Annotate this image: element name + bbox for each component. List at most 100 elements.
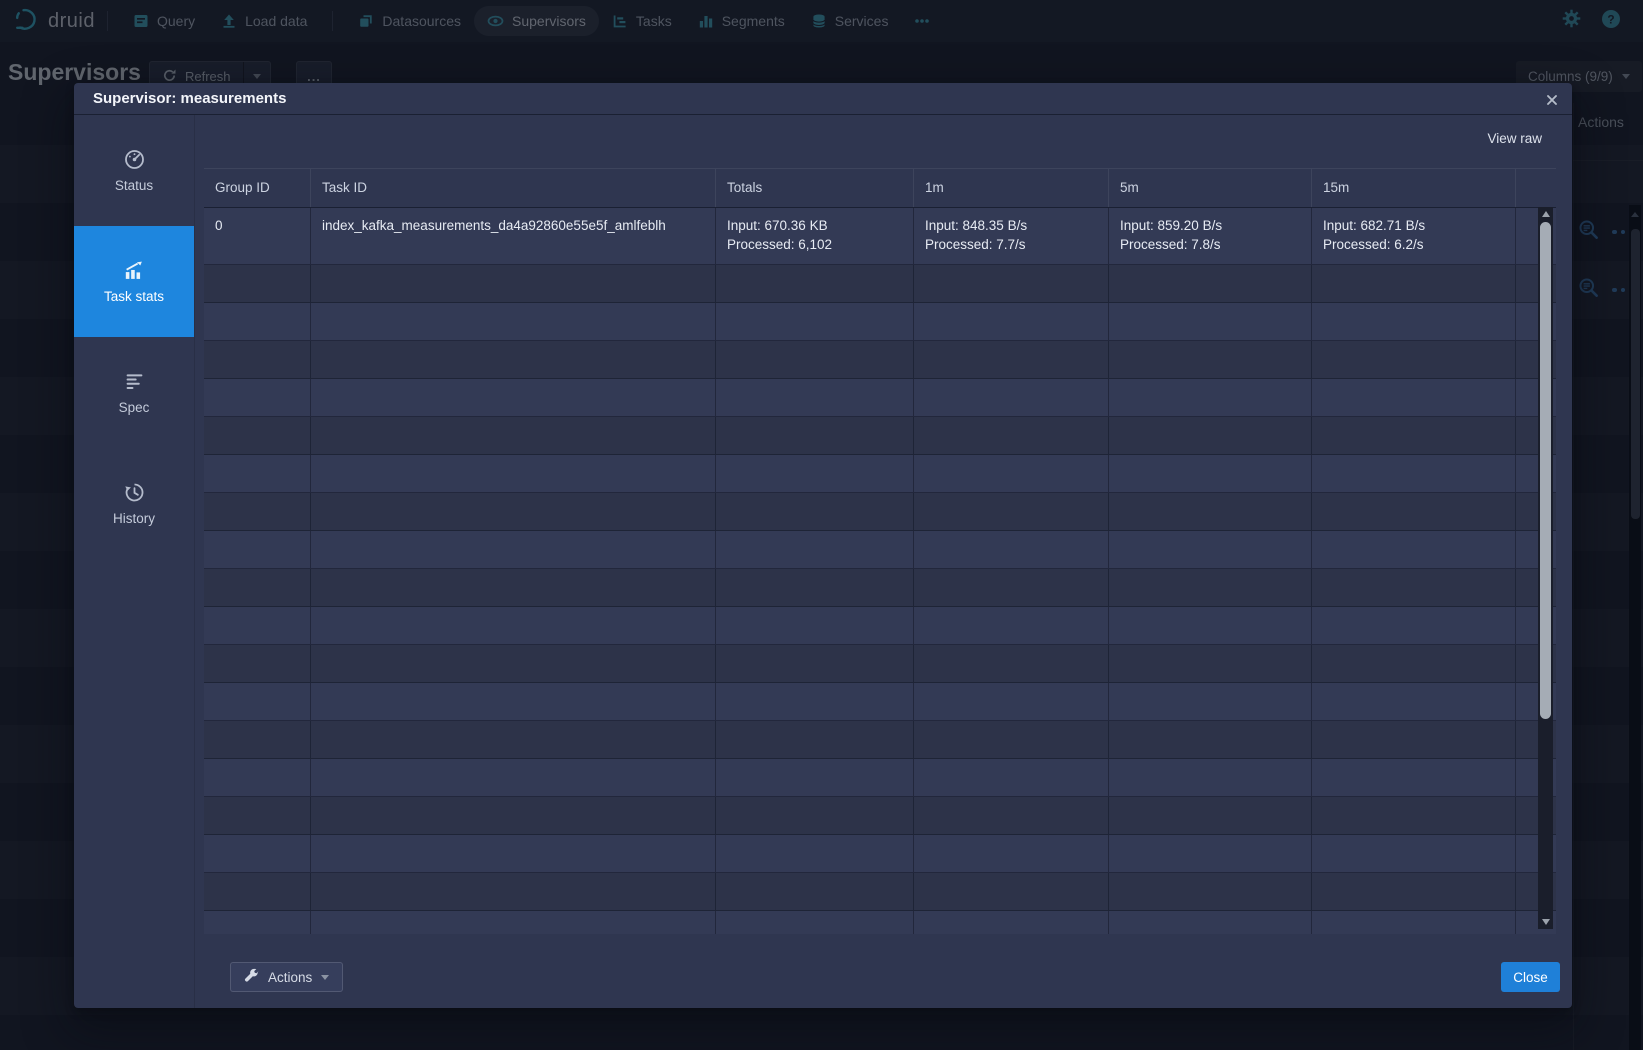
table-cell	[1312, 683, 1516, 720]
table-cell	[204, 493, 311, 530]
cell-line: Input: 848.35 B/s	[925, 216, 1097, 235]
dialog-title: Supervisor: measurements	[93, 90, 286, 107]
empty-table-row	[204, 721, 1556, 759]
table-cell	[311, 607, 716, 644]
table-cell	[914, 721, 1109, 758]
view-raw-link[interactable]: View raw	[1487, 131, 1542, 146]
table-cell: Input: 682.71 B/sProcessed: 6.2/s	[1312, 208, 1516, 264]
empty-table-row	[204, 569, 1556, 607]
table-cell	[1312, 873, 1516, 910]
dialog-sidebar: Status Task stats SpecHistory	[74, 115, 195, 1008]
table-cell	[311, 645, 716, 682]
table-cell	[311, 759, 716, 796]
tab-task-stats[interactable]: Task stats	[74, 226, 194, 337]
empty-table-row	[204, 265, 1556, 303]
tab-label: Task stats	[104, 289, 164, 304]
table-cell	[1312, 531, 1516, 568]
actions-button[interactable]: Actions	[230, 962, 343, 992]
table-cell	[1109, 607, 1312, 644]
table-cell	[914, 531, 1109, 568]
table-cell	[1312, 607, 1516, 644]
table-cell	[1312, 645, 1516, 682]
scrollbar-thumb[interactable]	[1540, 222, 1551, 719]
table-cell	[204, 645, 311, 682]
table-cell	[914, 379, 1109, 416]
tab-spec[interactable]: Spec	[74, 337, 194, 448]
table-cell	[1312, 569, 1516, 606]
empty-table-row	[204, 683, 1556, 721]
table-cell	[311, 683, 716, 720]
cell-line: Processed: 6,102	[727, 235, 902, 254]
spec-icon	[124, 371, 145, 392]
table-cell	[914, 455, 1109, 492]
table-cell	[204, 531, 311, 568]
table-cell	[716, 835, 914, 872]
table-cell	[716, 303, 914, 340]
empty-table-row	[204, 493, 1556, 531]
status-icon	[124, 149, 145, 170]
table-cell	[914, 797, 1109, 834]
table-row: 0 index_kafka_measurements_da4a92860e55e5…	[204, 208, 1556, 265]
table-cell	[914, 417, 1109, 454]
table-cell	[311, 531, 716, 568]
table-cell: index_kafka_measurements_da4a92860e55e5f…	[311, 208, 716, 264]
task-stats-icon	[123, 260, 145, 281]
table-cell	[204, 873, 311, 910]
table-cell	[311, 341, 716, 378]
column-header-empty[interactable]	[1516, 169, 1556, 207]
empty-table-row	[204, 417, 1556, 455]
table-cell	[1312, 911, 1516, 934]
table-cell	[311, 797, 716, 834]
scroll-up-arrow-icon[interactable]	[1542, 211, 1550, 217]
table-cell	[914, 265, 1109, 302]
table-cell	[311, 379, 716, 416]
history-icon	[124, 482, 145, 503]
cell-line: index_kafka_measurements_da4a92860e55e5f…	[322, 216, 704, 235]
table-cell	[311, 455, 716, 492]
table-cell	[204, 265, 311, 302]
table-cell	[716, 911, 914, 934]
table-header-row: Group IDTask IDTotals1m5m15m	[204, 169, 1556, 208]
table-cell	[1312, 417, 1516, 454]
close-icon[interactable]	[1542, 90, 1562, 110]
close-button[interactable]: Close	[1501, 962, 1560, 992]
tab-status[interactable]: Status	[74, 115, 194, 226]
empty-table-row	[204, 607, 1556, 645]
table-cell	[1312, 455, 1516, 492]
table-cell	[914, 835, 1109, 872]
table-scrollbar[interactable]	[1538, 207, 1553, 929]
cell-line: Processed: 7.8/s	[1120, 235, 1300, 254]
table-cell	[1109, 721, 1312, 758]
dialog-header: Supervisor: measurements	[74, 83, 1572, 115]
table-cell: Input: 859.20 B/sProcessed: 7.8/s	[1109, 208, 1312, 264]
column-header-totals[interactable]: Totals	[716, 169, 914, 207]
table-cell: Input: 670.36 KBProcessed: 6,102	[716, 208, 914, 264]
tab-history[interactable]: History	[74, 448, 194, 559]
table-cell	[1109, 341, 1312, 378]
scroll-down-arrow-icon[interactable]	[1542, 919, 1550, 925]
table-cell	[204, 455, 311, 492]
table-cell	[311, 493, 716, 530]
table-cell	[914, 607, 1109, 644]
cell-line: 0	[215, 216, 299, 235]
column-header-group-id[interactable]: Group ID	[204, 169, 311, 207]
table-cell	[1312, 835, 1516, 872]
column-header-task-id[interactable]: Task ID	[311, 169, 716, 207]
cell-line: Processed: 7.7/s	[925, 235, 1097, 254]
column-header-5m[interactable]: 5m	[1109, 169, 1312, 207]
table-cell	[204, 379, 311, 416]
table-cell	[204, 683, 311, 720]
table-cell	[204, 797, 311, 834]
table-cell	[1109, 911, 1312, 934]
column-header-1m[interactable]: 1m	[914, 169, 1109, 207]
table-cell	[914, 683, 1109, 720]
table-cell	[914, 911, 1109, 934]
empty-table-row	[204, 531, 1556, 569]
task-stats-table: Group IDTask IDTotals1m5m15m 0 index_kafka…	[204, 168, 1556, 934]
table-cell	[716, 759, 914, 796]
table-cell	[311, 569, 716, 606]
table-cell	[1109, 531, 1312, 568]
table-cell	[1109, 645, 1312, 682]
column-header-15m[interactable]: 15m	[1312, 169, 1516, 207]
table-cell	[311, 873, 716, 910]
